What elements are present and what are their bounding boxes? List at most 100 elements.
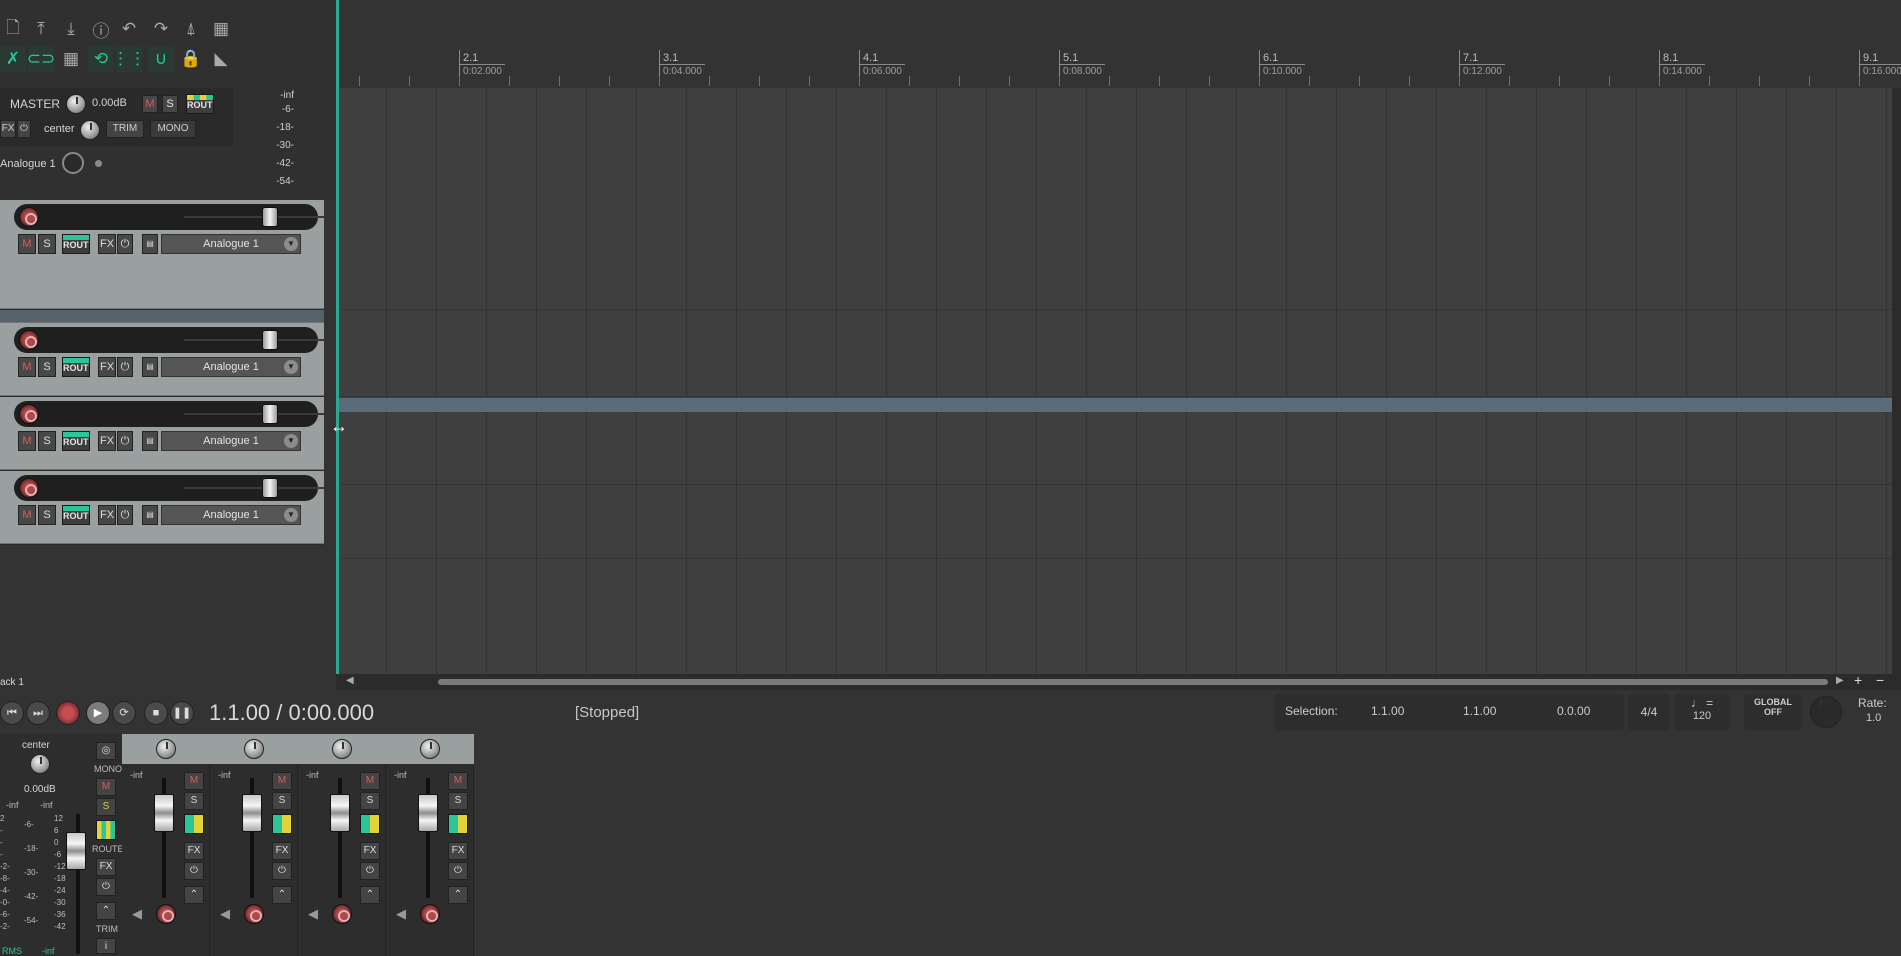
input-monitor-icon[interactable]: ▤ — [142, 505, 158, 525]
mixer-fx-button[interactable]: FX — [360, 842, 380, 860]
mixer-mute-button[interactable]: M — [184, 772, 204, 790]
master-fx-button[interactable]: FX — [0, 120, 16, 138]
track-header-1[interactable]: M S ROUTE FX ⏻ ▤ Analogue 1 ▼ — [0, 200, 324, 309]
track-mute-button[interactable]: M — [18, 431, 36, 451]
horizontal-scrollbar[interactable]: ◀ ▶ + − — [336, 672, 1901, 690]
fx-bypass-icon[interactable]: ⏻ — [117, 357, 133, 377]
mixer-mono-icon[interactable]: ◎ — [96, 742, 116, 760]
mixer-record-arm-button[interactable] — [420, 904, 440, 924]
speaker-icon[interactable]: ◀ — [220, 906, 230, 922]
scroll-left-icon[interactable]: ◀ — [346, 675, 354, 686]
mixer-route-button[interactable] — [448, 814, 468, 834]
go-to-start-icon[interactable]: ⏮ — [0, 701, 24, 725]
pause-button[interactable]: ❚❚ — [170, 701, 194, 725]
mixer-master-route[interactable] — [96, 820, 116, 840]
envelope-icon[interactable]: ⌃ — [448, 886, 468, 904]
master-fader-cap[interactable] — [66, 832, 86, 870]
zoom-out-icon[interactable]: − — [1876, 672, 1884, 688]
fx-bypass-icon[interactable]: ⏻ — [96, 878, 116, 896]
track-fx-button[interactable]: FX — [98, 505, 116, 525]
record-button[interactable] — [56, 701, 80, 725]
mixer-route-button[interactable] — [360, 814, 380, 834]
ripple-edit-icon[interactable]: ⊂⊃ — [27, 46, 55, 72]
mixer-pan-knob[interactable] — [332, 739, 352, 759]
track-header-2[interactable]: M S ROUTE FX ⏻ ▤ Analogue 1 ▼ — [0, 323, 324, 396]
transport-position[interactable]: 1.1.00 / 0:00.000 — [209, 700, 374, 726]
snap-magnet-icon[interactable]: ∪ — [148, 46, 174, 72]
time-signature[interactable]: 4/4 — [1628, 694, 1670, 730]
track-solo-button[interactable]: S — [38, 431, 56, 451]
repeat-icon[interactable]: ⟳ — [112, 701, 136, 725]
mixer-mute-button[interactable]: M — [360, 772, 380, 790]
snap-grid-icon[interactable]: ⋮⋮ — [112, 46, 146, 72]
mixer-record-arm-button[interactable] — [332, 904, 352, 924]
record-arm-button[interactable] — [19, 404, 39, 424]
mixer-solo-button[interactable]: S — [184, 792, 204, 810]
mixer-mute-button[interactable]: M — [272, 772, 292, 790]
edit-cursor[interactable] — [336, 0, 339, 690]
track-route-button[interactable]: ROUTE — [62, 357, 90, 377]
open-project-icon[interactable]: ⤒ — [28, 16, 54, 42]
new-project-icon[interactable]: 🗋 — [0, 16, 26, 42]
arrange-view[interactable]: 2.1 0:02.000 3.1 0:04.000 4.1 0:06.000 5.1 0… — [336, 0, 1901, 690]
playrate-knob[interactable] — [1810, 696, 1842, 728]
track-mute-button[interactable]: M — [18, 234, 36, 254]
scroll-right-icon[interactable]: ▶ — [1836, 675, 1844, 686]
track-route-button[interactable]: ROUTE — [62, 505, 90, 525]
mixer-master-fx[interactable]: FX — [96, 858, 116, 876]
zoom-in-icon[interactable]: + — [1854, 672, 1862, 688]
record-arm-button[interactable] — [19, 207, 39, 227]
redo-icon[interactable]: ↷ — [148, 16, 174, 42]
fx-bypass-icon[interactable]: ⏻ — [360, 862, 380, 880]
track-input-select[interactable]: Analogue 1 ▼ — [161, 431, 301, 451]
rate-value[interactable]: 1.0 — [1866, 712, 1881, 724]
track-fx-button[interactable]: FX — [98, 234, 116, 254]
master-route-button[interactable]: ROUTE — [186, 94, 214, 114]
selection-start[interactable]: 1.1.00 — [1371, 704, 1404, 718]
track-input-select[interactable]: Analogue 1 ▼ — [161, 234, 301, 254]
track-spacer-selected[interactable] — [0, 310, 324, 323]
input-monitor-icon[interactable]: ▤ — [142, 431, 158, 451]
mixer-master-solo[interactable]: S — [96, 798, 116, 816]
selection-length[interactable]: 0.0.00 — [1557, 704, 1590, 718]
mixer-solo-button[interactable]: S — [360, 792, 380, 810]
mixer-pan-knob[interactable] — [420, 739, 440, 759]
envelope-icon[interactable]: ⌃ — [184, 886, 204, 904]
fx-bypass-icon[interactable]: ⏻ — [272, 862, 292, 880]
metronome-icon[interactable]: ⍋ — [178, 16, 204, 42]
mixer-master-pan-knob[interactable] — [30, 754, 50, 774]
track-lanes[interactable] — [336, 88, 1892, 678]
speaker-icon[interactable]: ◀ — [396, 906, 406, 922]
volume-slider-handle[interactable] — [262, 478, 278, 498]
record-arm-button[interactable] — [19, 478, 39, 498]
undo-icon[interactable]: ↶ — [116, 16, 142, 42]
info-icon[interactable]: i — [96, 938, 116, 954]
speaker-icon[interactable]: ◀ — [132, 906, 142, 922]
envelope-tool-icon[interactable]: ◣ — [208, 46, 234, 72]
mixer-mute-button[interactable]: M — [448, 772, 468, 790]
mixer-solo-button[interactable]: S — [272, 792, 292, 810]
mixer-pan-knob[interactable] — [244, 739, 264, 759]
track-route-button[interactable]: ROUTE — [62, 234, 90, 254]
track-mute-button[interactable]: M — [18, 505, 36, 525]
fader-cap[interactable] — [242, 794, 262, 832]
fx-bypass-icon[interactable]: ⏻ — [448, 862, 468, 880]
master-volume-knob[interactable] — [66, 94, 86, 114]
trim-envelope-icon[interactable]: ⌃ — [96, 902, 116, 920]
fx-bypass-icon[interactable]: ⏻ — [117, 234, 133, 254]
envelope-icon[interactable]: ⌃ — [272, 886, 292, 904]
mixer-fx-button[interactable]: FX — [272, 842, 292, 860]
mixer-fx-button[interactable]: FX — [184, 842, 204, 860]
fader-cap[interactable] — [330, 794, 350, 832]
envelope-link-icon[interactable]: ⟲ — [88, 46, 114, 72]
track-header-3[interactable]: M S ROUTE FX ⏻ ▤ Analogue 1 ▼ — [0, 397, 324, 470]
scrollbar-thumb[interactable] — [438, 679, 1828, 685]
master-mono-button[interactable]: MONO — [150, 120, 196, 138]
envelope-icon[interactable]: ⌃ — [360, 886, 380, 904]
track-mute-button[interactable]: M — [18, 357, 36, 377]
mixer-pan-knob[interactable] — [156, 739, 176, 759]
stop-button[interactable]: ■ — [144, 701, 168, 725]
mixer-record-arm-button[interactable] — [156, 904, 176, 924]
vertical-scrollbar[interactable] — [1892, 88, 1901, 678]
master-pan-knob[interactable] — [80, 120, 100, 140]
